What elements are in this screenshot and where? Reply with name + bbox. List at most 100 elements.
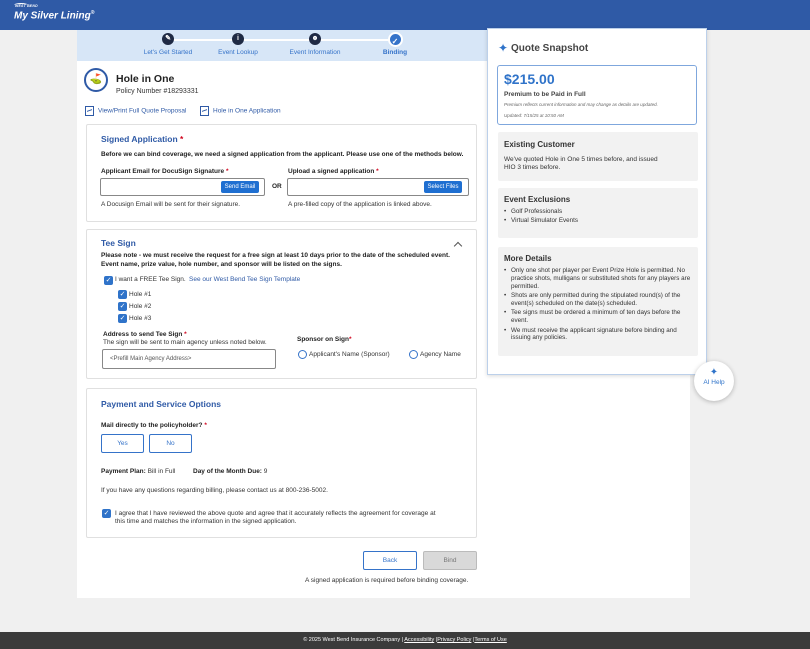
- payment-card: Payment and Service Options Mail directl…: [86, 388, 477, 538]
- step-event-information[interactable]: ☻ Event Information: [275, 33, 355, 56]
- required-mark: *: [204, 422, 207, 429]
- privacy-policy-link[interactable]: Privacy Policy: [437, 637, 471, 643]
- hole-in-one-application-link[interactable]: Hole in One Application: [200, 106, 281, 116]
- existing-customer-line-2: HIO 3 times before.: [504, 164, 561, 171]
- title-text: Signed Application: [101, 134, 178, 144]
- premium-note: Premium reflects current information and…: [504, 102, 658, 107]
- required-mark: *: [349, 336, 352, 343]
- tee-sign-address-input[interactable]: <Prefill Main Agency Address>: [102, 349, 276, 369]
- step-label: Event Information: [289, 49, 341, 56]
- chevron-up-icon[interactable]: [453, 241, 463, 251]
- logo-text: My Silver Lining: [14, 10, 91, 22]
- existing-customer-box: Existing Customer We've quoted Hole in O…: [498, 132, 698, 181]
- upload-label: Upload a signed application *: [288, 168, 379, 175]
- email-label: Applicant Email for DocuSign Signature *: [101, 168, 229, 175]
- view-quote-proposal-link[interactable]: View/Print Full Quote Proposal: [85, 106, 186, 116]
- label-text: Upload a signed application: [288, 168, 375, 175]
- tee-sign-note-1: Please note - we must receive the reques…: [101, 252, 450, 259]
- sponsor-applicant-radio[interactable]: [298, 350, 307, 359]
- signed-application-intro: Before we can bind coverage, we need a s…: [101, 151, 464, 158]
- label-text: Day of the Month Due:: [193, 468, 262, 475]
- premium-box: $215.00 Premium to be Paid in Full Premi…: [497, 65, 697, 125]
- agree-checkbox[interactable]: ✓: [102, 509, 111, 518]
- check-icon: ✓: [387, 32, 403, 47]
- document-icon: [200, 106, 209, 116]
- bind-button[interactable]: Bind: [423, 551, 477, 570]
- tee-sign-note-2: Event name, prize value, hole number, an…: [101, 261, 342, 268]
- more-details-box: More Details Only one shot per player pe…: [498, 247, 698, 356]
- mail-directly-label: Mail directly to the policyholder? *: [101, 422, 207, 429]
- signed-application-card: Signed Application * Before we can bind …: [86, 124, 477, 222]
- select-files-button[interactable]: Select Files: [424, 181, 462, 193]
- billing-contact-text: If you have any questions regarding bill…: [101, 487, 328, 494]
- ai-help-label: AI Help: [703, 379, 725, 386]
- or-divider: OR: [272, 183, 282, 190]
- step-label: Let's Get Started: [143, 49, 193, 56]
- step-label: Event Lookup: [218, 49, 258, 56]
- sponsor-label: Sponsor on Sign*: [297, 336, 352, 343]
- policy-number: Policy Number #18293331: [116, 88, 199, 95]
- email-help-text: A Docusign Email will be sent for their …: [101, 201, 241, 208]
- signed-application-title: Signed Application *: [101, 134, 183, 144]
- bind-requirement-note: A signed application is required before …: [305, 577, 469, 584]
- exclusions-list: Golf Professionals Virtual Simulator Eve…: [504, 208, 694, 227]
- hole-1-checkbox[interactable]: ✓: [118, 290, 127, 299]
- sparkle-icon: ✦: [498, 41, 509, 55]
- accessibility-link[interactable]: Accessibility: [404, 637, 434, 643]
- terms-of-use-link[interactable]: Terms of Use: [474, 637, 506, 643]
- premium-subtitle: Premium to be Paid in Full: [504, 91, 586, 98]
- tee-sign-template-link[interactable]: See our West Bend Tee Sign Template: [189, 276, 300, 283]
- list-item: Golf Professionals: [504, 208, 694, 216]
- tee-sign-card: Tee Sign Please note - we must receive t…: [86, 229, 477, 379]
- free-tee-sign-checkbox[interactable]: ✓: [104, 276, 113, 285]
- quote-snapshot-title: Quote Snapshot: [511, 43, 589, 54]
- hole-2-checkbox[interactable]: ✓: [118, 302, 127, 311]
- premium-updated: Updated: 7/15/25 at 10:50 AM: [504, 113, 564, 118]
- logo-reg-mark: ®: [90, 10, 95, 16]
- required-mark: *: [180, 134, 184, 144]
- sponsor-applicant-label: Applicant's Name (Sponsor): [309, 351, 390, 358]
- hole-2-label: Hole #2: [129, 303, 152, 310]
- hole-3-label: Hole #3: [129, 315, 152, 322]
- payment-title: Payment and Service Options: [101, 399, 221, 409]
- top-bar: WEST BEND My Silver Lining®: [0, 0, 810, 30]
- send-email-button[interactable]: Send Email: [221, 181, 259, 193]
- step-binding[interactable]: ✓ Binding: [355, 32, 435, 56]
- sparkle-icon: ✦: [709, 367, 719, 378]
- required-mark: *: [376, 168, 379, 175]
- existing-customer-title: Existing Customer: [504, 140, 575, 149]
- label-text: Mail directly to the policyholder?: [101, 422, 203, 429]
- value-text: 9: [263, 468, 268, 475]
- sponsor-agency-label: Agency Name: [420, 351, 461, 358]
- details-list: Only one shot per player per Event Prize…: [504, 267, 694, 344]
- quote-snapshot-panel: ✦ Quote Snapshot $215.00 Premium to be P…: [487, 28, 707, 375]
- agree-text-2: this time and matches the information in…: [115, 518, 297, 525]
- mail-no-button[interactable]: No: [149, 434, 192, 453]
- step-event-lookup[interactable]: i Event Lookup: [198, 33, 278, 56]
- mail-yes-button[interactable]: Yes: [101, 434, 144, 453]
- sponsor-agency-radio[interactable]: [409, 350, 418, 359]
- logo[interactable]: My Silver Lining®: [14, 10, 94, 21]
- back-button[interactable]: Back: [363, 551, 417, 570]
- info-icon: i: [232, 33, 244, 45]
- more-details-title: More Details: [504, 254, 552, 263]
- golf-flag-icon: ⛳: [84, 68, 108, 92]
- premium-amount: $215.00: [504, 71, 555, 87]
- agree-text-1: I agree that I have reviewed the above q…: [115, 510, 436, 517]
- footer: © 2025 West Bend Insurance Company | Acc…: [0, 632, 810, 649]
- step-lets-get-started[interactable]: ✎ Let's Get Started: [128, 33, 208, 56]
- list-item: Tee signs must be ordered a minimum of t…: [504, 309, 694, 325]
- day-due: Day of the Month Due: 9: [193, 468, 267, 475]
- address-label: Address to send Tee Sign *: [103, 331, 187, 338]
- label-text: Address to send Tee Sign: [103, 331, 183, 338]
- pencil-icon: ✎: [162, 33, 174, 45]
- logo-small: WEST BEND: [15, 4, 38, 8]
- step-label: Binding: [382, 49, 408, 56]
- ai-help-button[interactable]: ✦ AI Help: [694, 361, 734, 401]
- label-text: Sponsor on Sign: [297, 336, 349, 343]
- event-exclusions-box: Event Exclusions Golf Professionals Virt…: [498, 188, 698, 238]
- upload-help-text: A pre-filled copy of the application is …: [288, 201, 432, 208]
- hole-3-checkbox[interactable]: ✓: [118, 314, 127, 323]
- free-tee-sign-label: I want a FREE Tee Sign.: [115, 276, 186, 283]
- address-help-text: The sign will be sent to main agency unl…: [103, 339, 267, 346]
